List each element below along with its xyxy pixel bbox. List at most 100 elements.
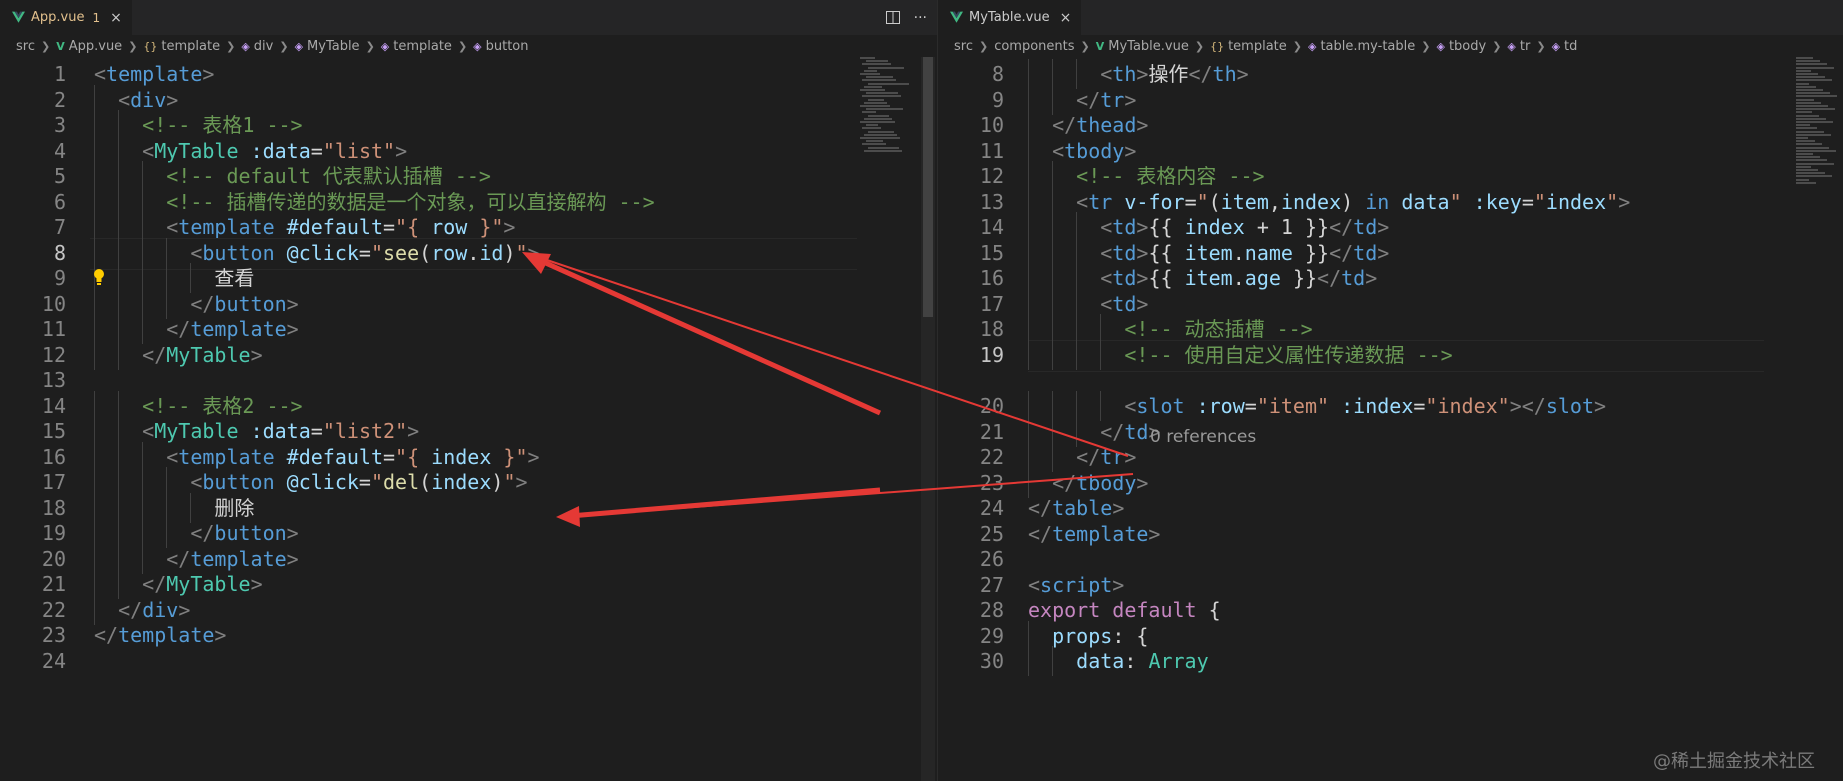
code-token: "	[1533, 189, 1546, 214]
breadcrumb-item[interactable]: src	[16, 39, 35, 54]
code-token: "list2"	[322, 419, 408, 443]
breadcrumb-item[interactable]: {} template	[143, 39, 220, 54]
code-token: v-for	[1124, 189, 1185, 214]
chevron-right-icon: ❯	[365, 39, 375, 53]
codelens-references[interactable]: 0 references	[1150, 424, 1256, 450]
code-token: "	[1449, 189, 1462, 214]
element-icon: ◈	[241, 39, 250, 53]
code-token: index	[431, 444, 492, 469]
minimap-line	[1796, 108, 1835, 111]
minimap-line	[862, 63, 891, 66]
breadcrumb-label: template	[1228, 38, 1287, 54]
code-token: >	[286, 317, 299, 341]
code-token: >	[286, 521, 299, 545]
code-token: :data	[250, 419, 311, 443]
breadcrumb-item[interactable]: V MyTable.vue	[1096, 39, 1189, 54]
code-token: button	[202, 470, 275, 494]
code-token: >	[407, 419, 420, 443]
code-token: tbody	[1064, 138, 1125, 163]
code-line[interactable]: 19 <!-- 使用自定义属性传递数据 -->	[938, 339, 1843, 370]
code-token: item	[1220, 189, 1269, 214]
code-token: index	[1545, 189, 1607, 214]
code-token: )	[491, 470, 504, 494]
minimap-line	[1796, 175, 1832, 178]
more-actions-icon[interactable]: ···	[914, 10, 927, 26]
code-token: >	[1236, 62, 1249, 86]
breadcrumb-item[interactable]: src	[954, 39, 973, 54]
breadcrumb-item[interactable]: ◈ tbody	[1436, 39, 1486, 54]
minimap-line	[860, 137, 900, 139]
breadcrumb-item[interactable]: ◈ div	[241, 39, 273, 54]
scrollbar-thumb[interactable]	[923, 57, 933, 317]
minimap-line	[860, 73, 880, 75]
code-token: >	[1136, 291, 1149, 316]
breadcrumb-item[interactable]: ◈ template	[381, 39, 452, 54]
code-token: :data	[250, 138, 311, 163]
code-token: >	[1112, 572, 1125, 597]
code-token: .	[1232, 266, 1245, 290]
code-token: "item"	[1256, 394, 1330, 418]
breadcrumb-item[interactable]: components	[994, 39, 1074, 54]
code-token: td	[1112, 266, 1137, 290]
chevron-right-icon: ❯	[40, 39, 51, 53]
breadcrumb-item[interactable]: {} template	[1210, 39, 1287, 54]
element-icon: ◈	[380, 39, 390, 53]
minimap[interactable]	[860, 57, 926, 167]
code-token: >	[395, 138, 408, 163]
minimap[interactable]	[1796, 57, 1843, 184]
code-token: </	[1317, 266, 1342, 290]
minimap-line	[864, 101, 887, 104]
breadcrumb-item[interactable]: ◈ tr	[1507, 39, 1530, 54]
code-editor[interactable]: 1 <template> 2 <div> 3 <!-- 表格1 --> 4 <MyTab…	[0, 57, 937, 781]
vue-file-icon: V	[56, 39, 65, 53]
code-line[interactable]: 24	[0, 646, 937, 676]
code-token: </	[1028, 496, 1053, 520]
close-icon[interactable]: ×	[110, 10, 122, 26]
code-editor[interactable]: 8 <th>操作</th> 9 </tr> 10 </thead> 11 <tbody…	[938, 57, 1843, 781]
breadcrumb-item[interactable]: ◈ button	[473, 39, 528, 54]
minimap-line	[866, 108, 903, 111]
split-editor-icon[interactable]	[885, 11, 900, 24]
breadcrumb-label: components	[994, 38, 1075, 54]
code-token: slot	[1136, 394, 1185, 418]
minimap-line	[1796, 92, 1830, 95]
code-token: >	[166, 87, 179, 112]
code-token: >	[286, 546, 299, 571]
minimap-line	[862, 111, 876, 114]
code-token: <!-- 动态插槽 -->	[1124, 317, 1313, 341]
code-token: </	[1052, 470, 1077, 495]
vue-file-icon: V	[1095, 39, 1105, 53]
code-token: template	[190, 546, 287, 571]
breadcrumb-item[interactable]: ◈ MyTable	[295, 39, 360, 54]
close-icon[interactable]: ×	[1060, 10, 1072, 26]
minimap-line	[1796, 76, 1825, 79]
code-token: (	[1208, 189, 1221, 214]
vertical-scrollbar[interactable]	[921, 57, 935, 781]
breadcrumb-item[interactable]: V App.vue	[56, 39, 122, 54]
breadcrumb-item[interactable]: ◈ td	[1552, 39, 1578, 54]
lightbulb-icon[interactable]	[92, 268, 106, 286]
code-token: =	[383, 215, 396, 239]
tab-mytable-vue[interactable]: MyTable.vue ×	[938, 0, 1082, 35]
code-token: index	[1280, 189, 1342, 214]
code-token: button	[202, 240, 275, 265]
tab-app-vue[interactable]: App.vue 1 ×	[0, 0, 132, 35]
code-token: </	[190, 521, 215, 545]
code-token: row	[431, 240, 468, 265]
code-token: >	[202, 62, 215, 86]
code-token: export	[1028, 598, 1101, 622]
minimap-line	[864, 149, 902, 152]
code-line[interactable]: 30 data: Array	[938, 646, 1843, 676]
minimap-line	[866, 92, 898, 95]
minimap-line	[1796, 63, 1827, 66]
breadcrumb-item[interactable]: ◈ table.my-table	[1308, 39, 1415, 54]
code-text: <!-- 使用自定义属性传递数据 -->	[1028, 340, 1452, 370]
